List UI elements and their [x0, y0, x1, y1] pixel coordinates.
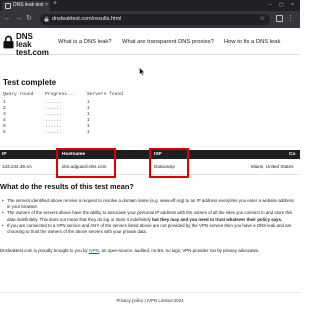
browser-tab-bar: DNS leak test × + – ▢ × — [0, 0, 300, 11]
explanation-list: The servers identified above receive a r… — [2, 198, 298, 235]
round-servers-found: 1 — [87, 118, 90, 123]
browser-menu-icon[interactable]: ⋮ — [287, 15, 294, 23]
round-number: 6 — [3, 130, 6, 135]
logo-line-2: test.com — [16, 48, 49, 57]
bullet-text: If you are connected to a VPN service an… — [7, 222, 292, 234]
round-progress: ...... — [45, 106, 62, 111]
nav-fix-dns-leak[interactable]: How to fix a DNS leak — [224, 39, 280, 45]
window-controls[interactable]: – ▢ × — [269, 2, 297, 8]
logo-text: DNS leak test.com — [16, 33, 49, 57]
round-servers-found: 1 — [87, 130, 90, 135]
lock-icon — [44, 16, 49, 22]
round-number: 4 — [3, 118, 6, 123]
site-footer: Privacy policy | IVPN Limited 2024 — [0, 292, 300, 312]
back-button[interactable]: ← — [4, 15, 11, 23]
result-ip: 143.244.39.4A — [2, 164, 32, 169]
column-progress: Progress... — [45, 92, 76, 97]
round-servers-found: 1 — [87, 112, 90, 117]
tab-close-icon[interactable]: × — [45, 2, 48, 8]
round-progress: ...... — [45, 112, 62, 117]
hostname-highlight-box — [56, 148, 116, 178]
footer-text[interactable]: Privacy policy | IVPN Limited 2024 — [0, 298, 300, 303]
round-progress: ...... — [45, 124, 62, 129]
new-tab-button[interactable]: + — [53, 0, 57, 7]
reload-button[interactable]: ↻ — [26, 15, 32, 23]
padlock-logo-icon — [3, 35, 14, 49]
header-country: Co — [289, 152, 296, 157]
isp-highlight-box — [149, 148, 189, 178]
list-item: If you are connected to a VPN service an… — [2, 223, 298, 235]
tab-title: DNS leak test — [13, 2, 44, 8]
progress-row: 6 ...... 1 — [3, 130, 90, 136]
round-progress: ...... — [45, 118, 62, 123]
bullet-bold-text: but they may and you need to trust whate… — [152, 216, 283, 222]
column-servers-found: Servers found — [87, 92, 123, 97]
favicon-icon — [5, 3, 11, 9]
column-query-round: Query round — [3, 92, 34, 97]
test-complete-heading: Test complete — [3, 78, 57, 87]
round-number: 2 — [3, 106, 6, 111]
bookmark-star-icon[interactable]: ☆ — [260, 15, 265, 22]
extension-icon[interactable] — [276, 15, 283, 22]
round-number: 3 — [3, 112, 6, 117]
round-number: 5 — [3, 124, 6, 129]
progress-header-row: Query round Progress... Servers found — [3, 92, 123, 98]
forward-button[interactable]: → — [15, 15, 22, 23]
brought-prefix: Dnsleaktest.com is proudly brought to yo… — [0, 248, 89, 253]
browser-toolbar: ← → ↻ dnsleaktest.com/results.html ☆ ⋮ — [0, 11, 300, 28]
nav-what-is-dns-leak[interactable]: What is a DNS leak? — [58, 39, 111, 45]
brought-by-text: Dnsleaktest.com is proudly brought to yo… — [0, 248, 259, 253]
round-servers-found: 1 — [87, 106, 90, 111]
round-number: 1 — [3, 100, 6, 105]
nav-transparent-dns-proxies[interactable]: What are transparent DNS proxies? — [122, 39, 214, 45]
browser-tab[interactable]: DNS leak test × — [2, 1, 50, 11]
site-logo[interactable]: DNS leak test.com — [3, 32, 49, 57]
list-item: The owners of the servers above have the… — [2, 210, 298, 222]
address-bar[interactable]: dnsleaktest.com/results.html ☆ — [40, 14, 270, 25]
results-meaning-heading: What do the results of this test mean? — [0, 182, 134, 191]
logo-line-1: DNS leak — [16, 32, 33, 49]
round-progress: ...... — [45, 100, 62, 105]
list-item: The servers identified above receive a r… — [2, 198, 298, 210]
brought-suffix: , an open-source, audited, no BS, no log… — [99, 248, 260, 253]
round-progress: ...... — [45, 130, 62, 135]
url-text: dnsleaktest.com/results.html — [52, 16, 122, 22]
round-servers-found: 1 — [87, 124, 90, 129]
ivpn-link[interactable]: IVPN — [89, 248, 99, 253]
mouse-cursor-icon — [139, 67, 145, 76]
bullet-text: The servers identified above receive a r… — [7, 198, 294, 210]
round-servers-found: 1 — [87, 100, 90, 105]
header-ip: IP — [2, 152, 7, 157]
site-header: DNS leak test.com What is a DNS leak? Wh… — [0, 29, 300, 57]
result-country: Miami, United States — [251, 164, 294, 169]
